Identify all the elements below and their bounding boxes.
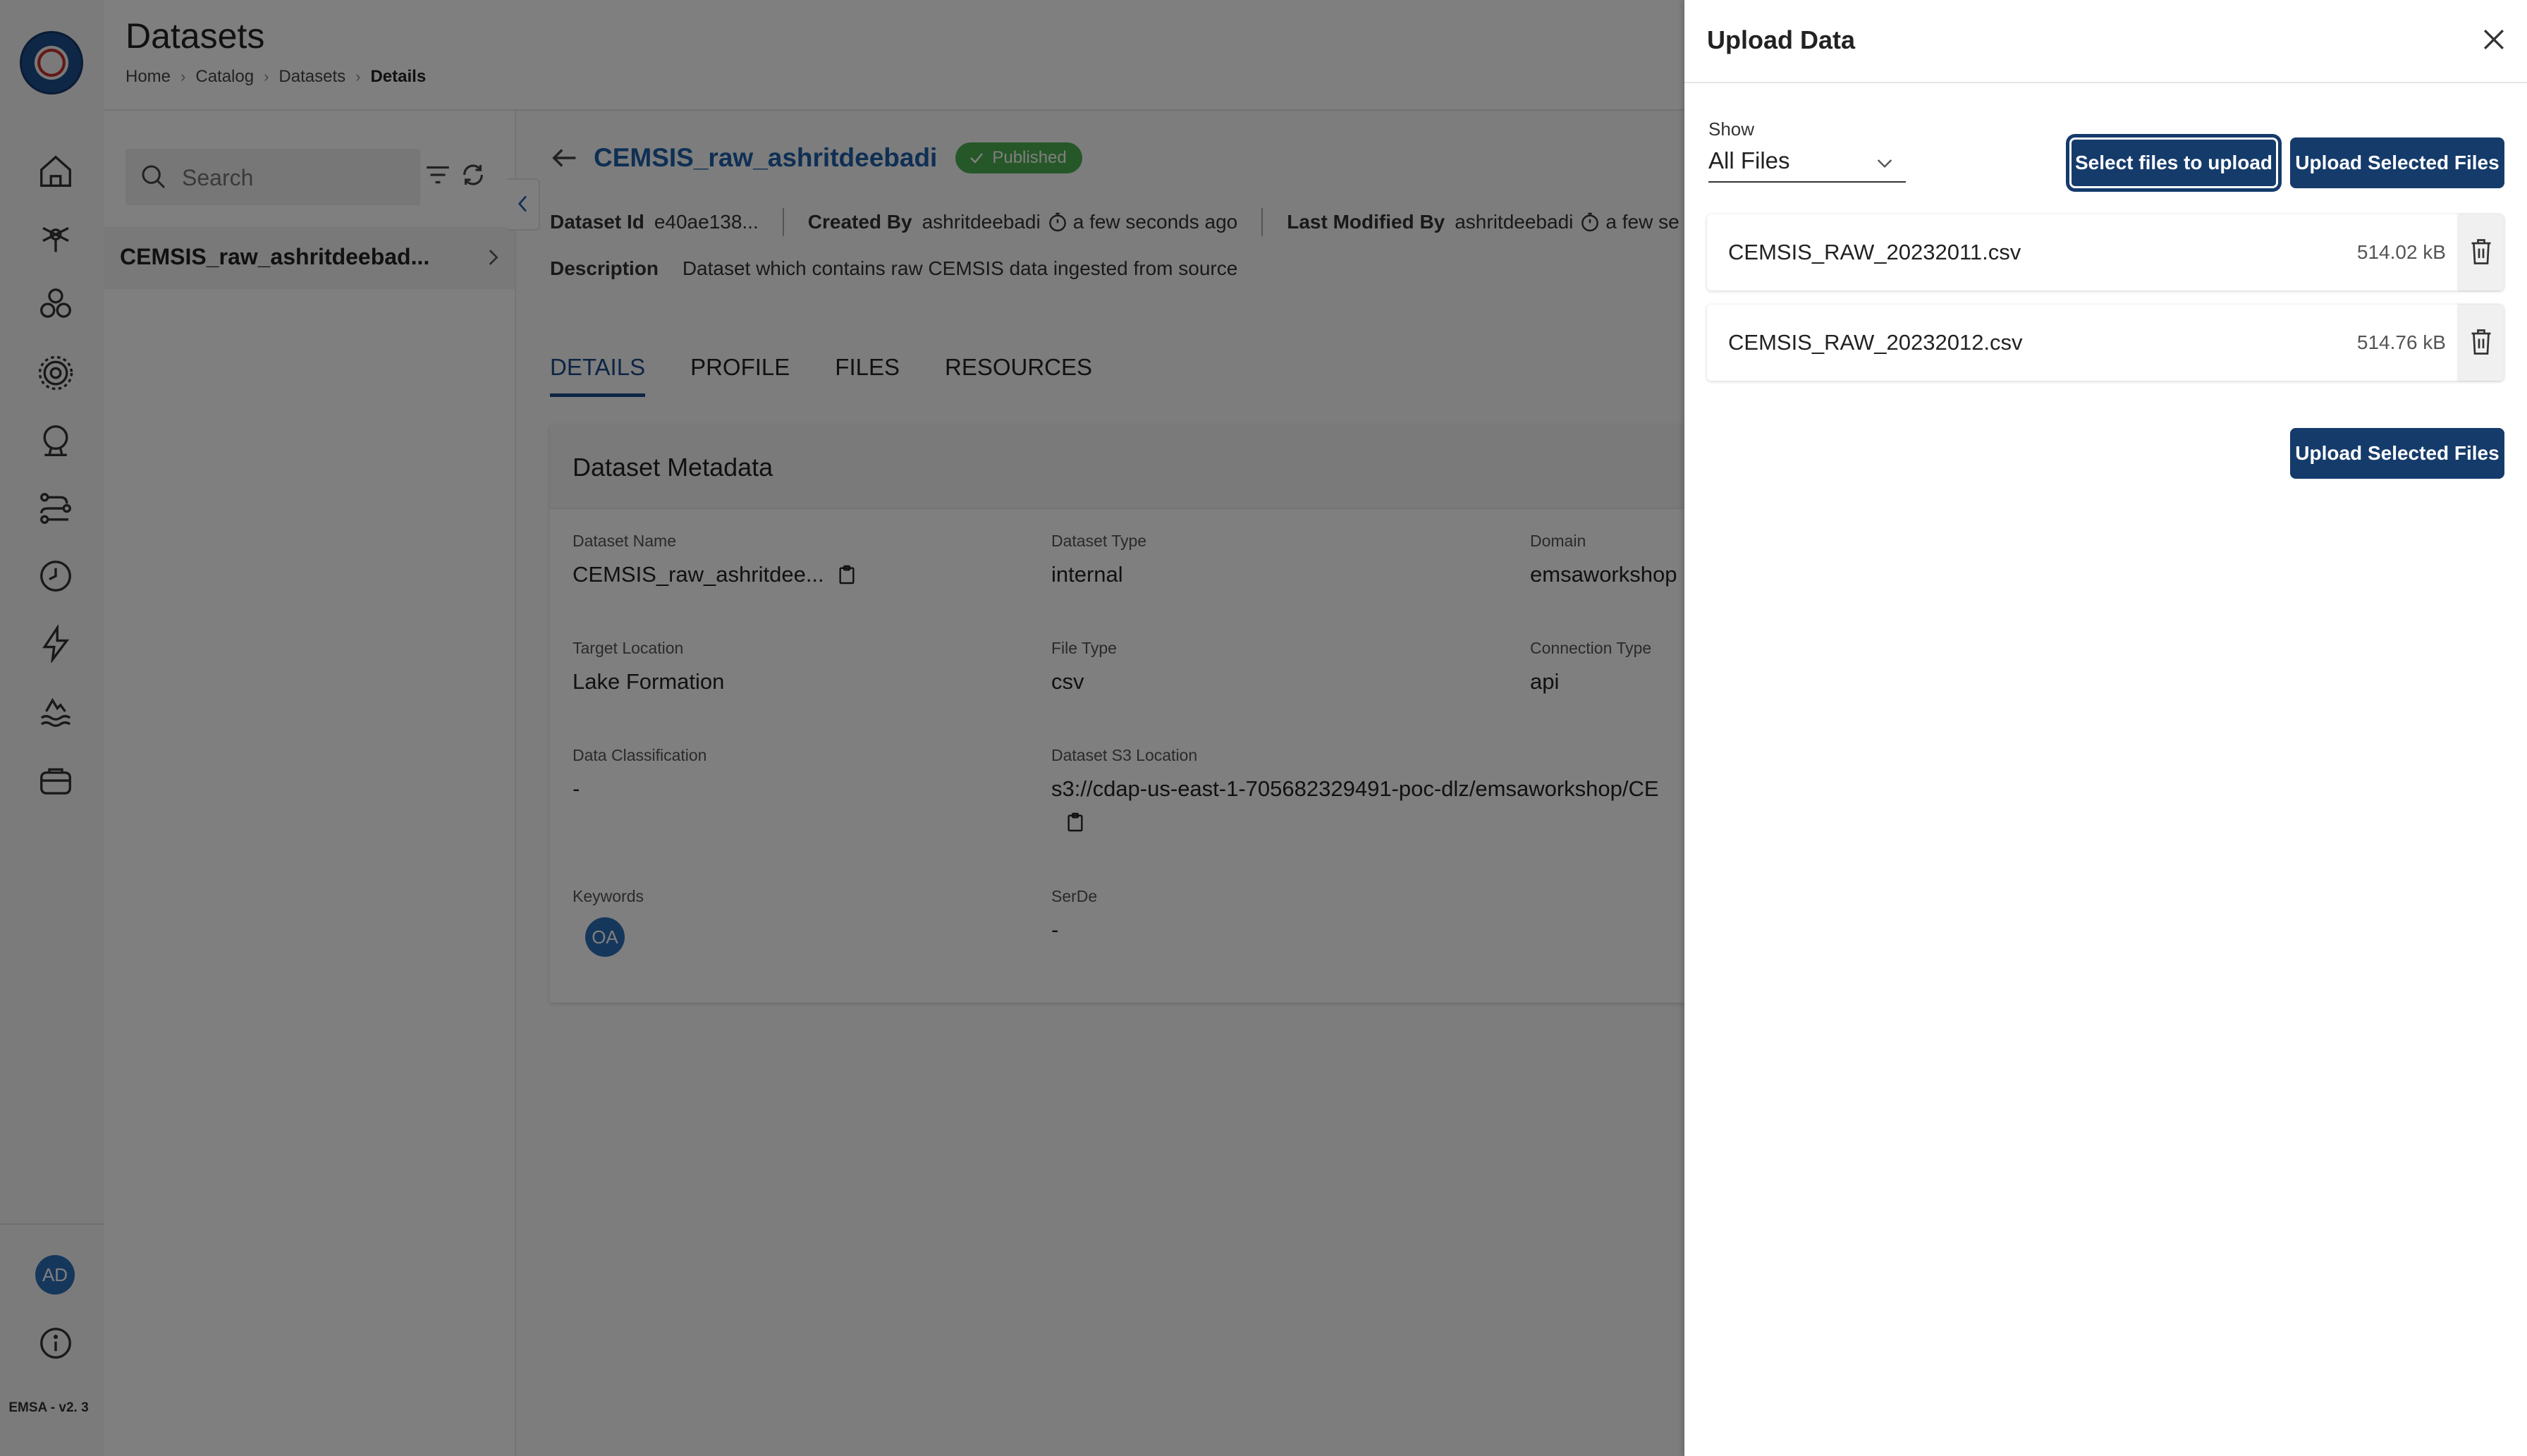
show-filter: Show All Files bbox=[1708, 118, 1906, 183]
drawer-header: Upload Data bbox=[1684, 0, 2527, 83]
file-size: 514.76 kB bbox=[2356, 331, 2446, 353]
file-row: CEMSIS_RAW_20232012.csv 514.76 kB bbox=[1707, 305, 2504, 381]
trash-icon bbox=[2471, 239, 2491, 264]
chevron-down-icon bbox=[1877, 159, 1892, 169]
upload-selected-files-button[interactable]: Upload Selected Files bbox=[2290, 137, 2504, 188]
upload-drawer: Upload Data Show All Files Select files … bbox=[1684, 0, 2527, 1456]
drawer-title: Upload Data bbox=[1707, 25, 1856, 54]
file-size: 514.02 kB bbox=[2356, 241, 2446, 263]
modal-backdrop[interactable] bbox=[0, 0, 1684, 1456]
file-row: CEMSIS_RAW_20232011.csv 514.02 kB bbox=[1707, 214, 2504, 290]
trash-icon bbox=[2471, 329, 2491, 355]
file-name: CEMSIS_RAW_20232011.csv bbox=[1728, 240, 2021, 264]
delete-file-button[interactable] bbox=[2459, 305, 2504, 381]
file-name: CEMSIS_RAW_20232012.csv bbox=[1728, 330, 2023, 355]
show-select-value: All Files bbox=[1708, 147, 1790, 173]
show-select[interactable]: All Files bbox=[1708, 147, 1906, 183]
select-files-button[interactable]: Select files to upload bbox=[2069, 137, 2278, 188]
upload-selected-files-button-bottom[interactable]: Upload Selected Files bbox=[2290, 428, 2504, 479]
close-icon[interactable] bbox=[2478, 24, 2509, 55]
delete-file-button[interactable] bbox=[2459, 214, 2504, 290]
show-label: Show bbox=[1708, 118, 1755, 140]
